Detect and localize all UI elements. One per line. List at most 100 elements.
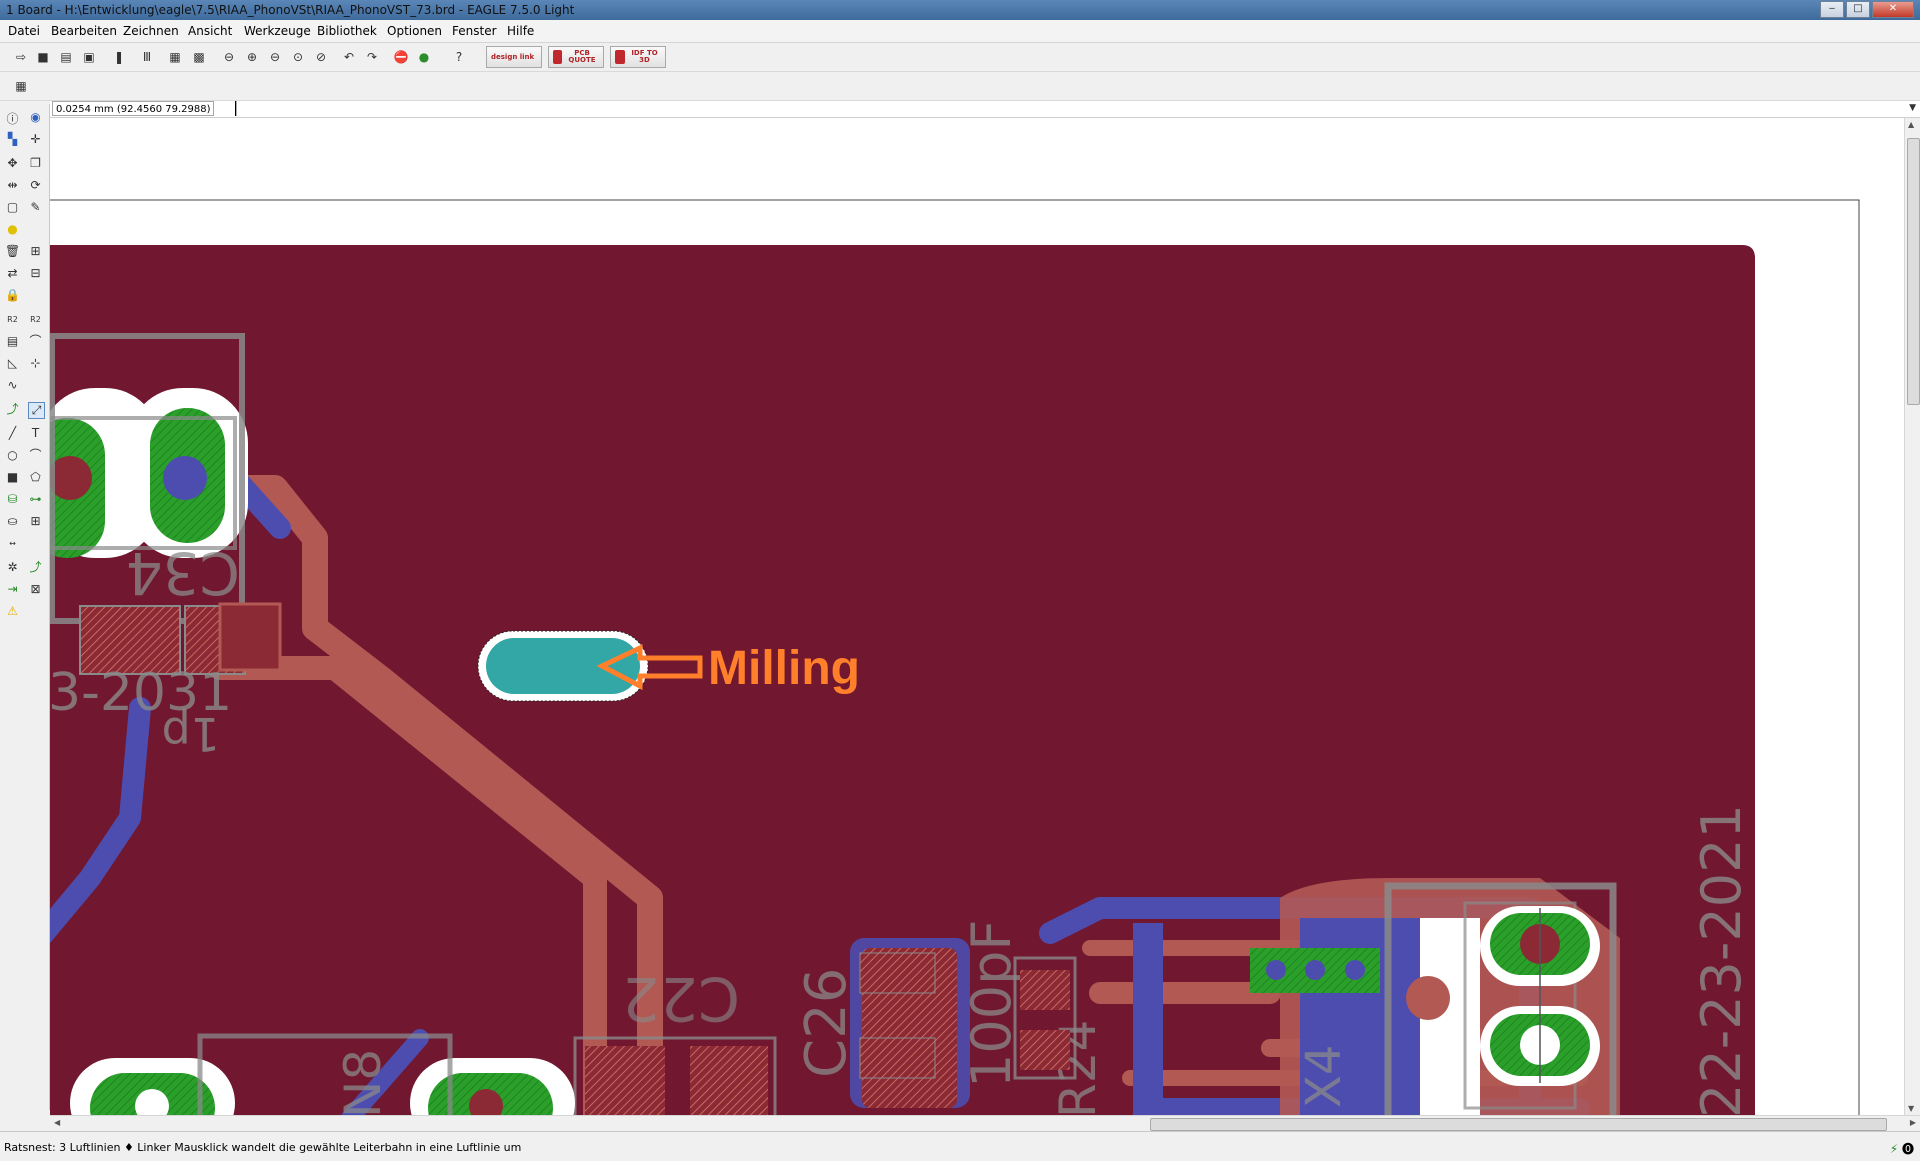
copy-icon[interactable]: ❐ — [28, 156, 43, 171]
script-icon[interactable]: ❚ — [110, 48, 128, 66]
scroll-left-icon[interactable]: ◀ — [54, 1118, 60, 1127]
command-input[interactable] — [235, 101, 1899, 116]
zoom-in-icon[interactable]: ⊕ — [243, 48, 261, 66]
ripup-icon[interactable]: ⤢ — [28, 402, 45, 419]
add-icon[interactable]: ⊞ — [28, 244, 43, 259]
command-bar: 0.0254 mm (92.4560 79.2988) ▼ — [50, 101, 1920, 118]
milling-annotation: Milling — [708, 642, 860, 695]
design-link-label: design link — [491, 52, 535, 61]
move-icon[interactable]: ✥ — [5, 156, 20, 171]
change-icon[interactable]: ✎ — [28, 200, 43, 215]
signal-icon[interactable]: ⊶ — [28, 492, 43, 507]
lightning-icon[interactable]: ⚡ — [1890, 1142, 1898, 1156]
polygon-icon[interactable]: ⬠ — [28, 470, 43, 485]
menu-zeichnen[interactable]: Zeichnen — [123, 24, 179, 38]
save-icon[interactable]: ■ — [34, 48, 52, 66]
group-icon[interactable]: ▢ — [5, 200, 20, 215]
idf-3d-button[interactable]: IDF TO 3D — [610, 46, 666, 68]
zoom-fit-icon[interactable]: ⊖ — [220, 48, 238, 66]
meander-icon[interactable]: ∿ — [5, 378, 20, 393]
ratsnest-icon[interactable]: ✲ — [5, 560, 20, 575]
vertical-scrollbar[interactable]: ▲ ▼ — [1904, 118, 1920, 1115]
print-icon[interactable]: ▤ — [57, 48, 75, 66]
milling-slot-fill — [486, 638, 640, 694]
undo-icon[interactable]: ↶ — [340, 48, 358, 66]
status-icons: ⚡ ⓿ — [1890, 1140, 1914, 1157]
drc-icon[interactable]: ⊠ — [28, 582, 43, 597]
board-icon[interactable]: ▩ — [190, 48, 208, 66]
route-icon[interactable]: ⤴ — [5, 402, 20, 417]
info-icon[interactable]: ⓘ — [5, 112, 20, 127]
auto-icon[interactable]: ⤴ — [28, 560, 43, 575]
zoom-select-icon[interactable]: ⊘ — [312, 48, 330, 66]
grid-icon[interactable]: ▦ — [12, 77, 30, 95]
vertical-scroll-thumb[interactable] — [1907, 138, 1920, 405]
status-text: Ratsnest: 3 Luftlinien ♦ Linker Mausklic… — [4, 1141, 522, 1154]
close-button[interactable]: ✕ — [1872, 1, 1914, 18]
optimize-icon[interactable]: ⊹ — [28, 356, 43, 371]
stop-icon[interactable]: ⛔ — [392, 48, 410, 66]
horizontal-scrollbar[interactable]: ◀ ▶ — [50, 1115, 1920, 1132]
menu-hilfe[interactable]: Hilfe — [507, 24, 534, 38]
parameter-toolbar: ▦ — [0, 72, 1920, 101]
cam-icon[interactable]: ▣ — [80, 48, 98, 66]
replace-icon[interactable]: ⇄ — [5, 266, 20, 281]
menu-ansicht[interactable]: Ansicht — [188, 24, 232, 38]
paste-icon[interactable]: ● — [5, 222, 20, 237]
minimize-button[interactable]: ‒ — [1820, 1, 1844, 18]
smash-icon[interactable]: ▤ — [5, 334, 20, 349]
board-canvas[interactable]: C34 3-2031 1p Milling 22-23-2021 C26 100… — [50, 118, 1904, 1115]
lock-icon[interactable]: 🔒 — [5, 288, 20, 303]
redo-icon[interactable]: ↷ — [363, 48, 381, 66]
dimension-icon[interactable]: ↔ — [5, 536, 20, 551]
scroll-up-icon[interactable]: ▲ — [1908, 120, 1914, 129]
attribute-icon[interactable]: ⊞ — [28, 514, 43, 529]
text-icon[interactable]: T — [28, 426, 43, 441]
zoom-out-icon[interactable]: ⊖ — [266, 48, 284, 66]
mirror-icon[interactable]: ⇹ — [5, 178, 20, 193]
zoom-redraw-icon[interactable]: ⊙ — [289, 48, 307, 66]
via-icon[interactable]: ⛁ — [5, 492, 20, 507]
ulp-icon[interactable]: Ⅲ — [138, 48, 156, 66]
erc-icon[interactable]: ⇥ — [5, 582, 20, 597]
maximize-button[interactable]: □ — [1846, 1, 1870, 18]
display-icon[interactable]: ▚ — [5, 132, 20, 147]
window-controls: ‒ □ ✕ — [1820, 1, 1914, 18]
label-n8: N8 — [334, 1049, 392, 1115]
date-text-right: 22-23-2021 — [1690, 804, 1753, 1115]
stop-status-icon[interactable]: ⓿ — [1902, 1142, 1914, 1156]
label-c26: C26 — [794, 968, 859, 1078]
show-icon[interactable]: ◉ — [28, 110, 43, 125]
horizontal-scroll-thumb[interactable] — [1150, 1118, 1887, 1131]
go-icon[interactable]: ● — [415, 48, 433, 66]
miter-icon[interactable]: ⌒ — [28, 334, 43, 349]
arc-icon[interactable]: ⌒ — [28, 448, 43, 463]
mark-icon[interactable]: ✛ — [28, 132, 43, 147]
menu-optionen[interactable]: Optionen — [387, 24, 442, 38]
menu-bibliothek[interactable]: Bibliothek — [317, 24, 377, 38]
menu-bar: Datei Bearbeiten Zeichnen Ansicht Werkze… — [0, 20, 1920, 43]
rect-icon[interactable]: ■ — [5, 470, 20, 485]
rotate-icon[interactable]: ⟳ — [28, 178, 43, 193]
menu-fenster[interactable]: Fenster — [452, 24, 497, 38]
hole-icon[interactable]: ⛀ — [5, 514, 20, 529]
pcb-quote-button[interactable]: PCB QUOTE — [548, 46, 604, 68]
value-icon[interactable]: R2 — [28, 312, 43, 327]
menu-bearbeiten[interactable]: Bearbeiten — [51, 24, 117, 38]
menu-werkzeuge[interactable]: Werkzeuge — [244, 24, 311, 38]
split-icon[interactable]: ◺ — [5, 356, 20, 371]
scroll-down-icon[interactable]: ▼ — [1908, 1104, 1914, 1113]
warning-icon[interactable]: ⚠ — [5, 604, 20, 619]
scroll-right-icon[interactable]: ▶ — [1910, 1118, 1916, 1127]
name-icon[interactable]: R2 — [5, 312, 20, 327]
open-icon[interactable]: ⇨ — [12, 48, 30, 66]
wire-icon[interactable]: ╱ — [5, 426, 20, 441]
menu-datei[interactable]: Datei — [8, 24, 40, 38]
delete-icon[interactable]: 🗑 — [5, 244, 20, 259]
layers-icon[interactable]: ▦ — [166, 48, 184, 66]
lock-icon-2[interactable]: ⊟ — [28, 266, 43, 281]
command-history-dropdown-icon[interactable]: ▼ — [1909, 103, 1916, 113]
design-link-button[interactable]: design link — [486, 46, 542, 68]
help-icon[interactable]: ? — [450, 48, 468, 66]
circle-icon[interactable]: ○ — [5, 448, 20, 463]
